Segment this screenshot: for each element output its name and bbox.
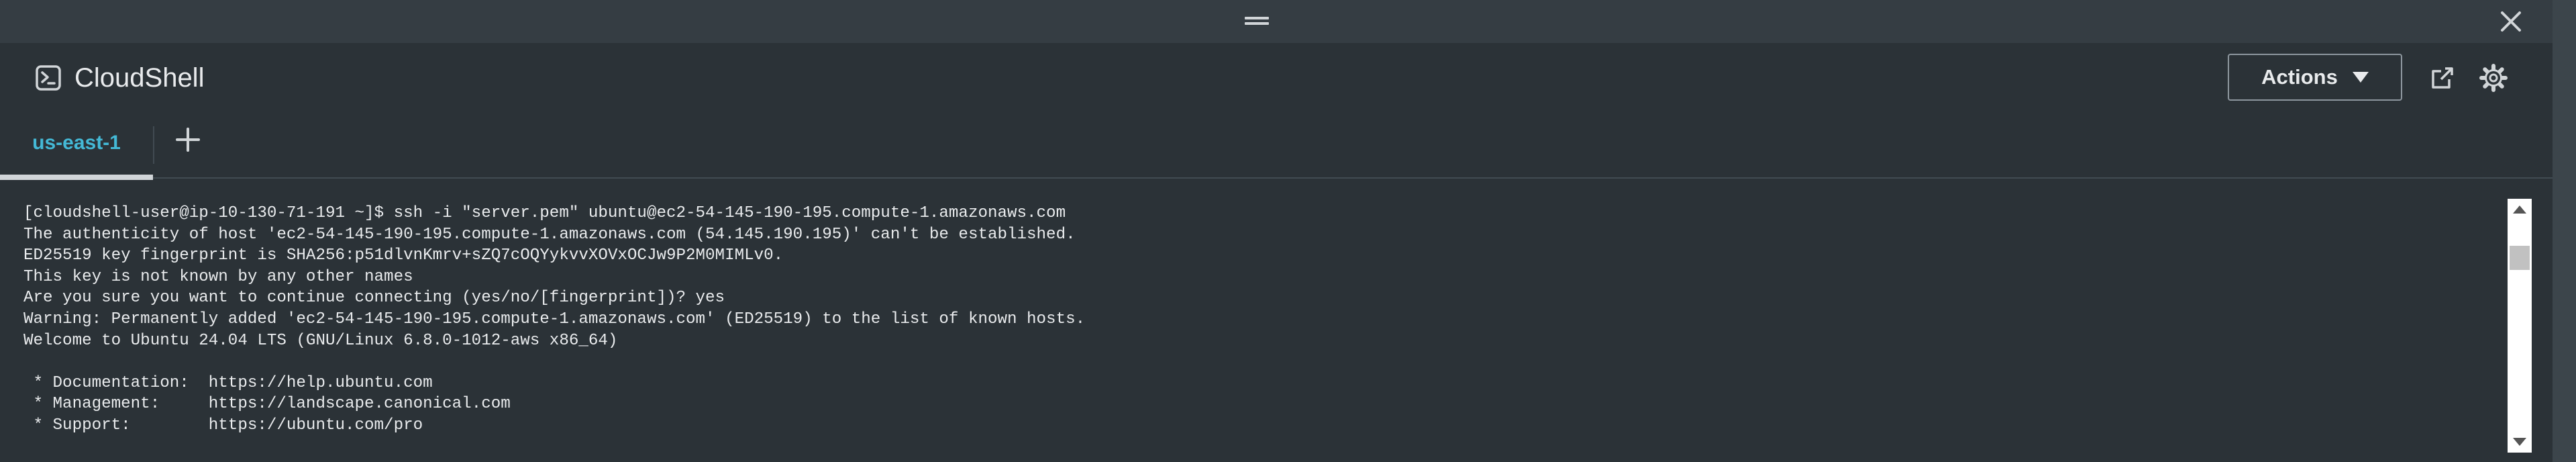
gear-icon[interactable] [2479, 63, 2508, 93]
terminal-line: ED25519 key fingerprint is SHA256:p51dlv… [23, 246, 784, 265]
plus-icon [176, 128, 200, 152]
terminal-line: Welcome to Ubuntu 24.04 LTS (GNU/Linux 6… [23, 331, 618, 350]
scroll-down-arrow-icon[interactable] [2513, 438, 2526, 446]
close-icon [2501, 11, 2521, 32]
cloudshell-panel: CloudShell Actions us-east-1 [cloudshell… [0, 0, 2553, 462]
tab-bar: us-east-1 [0, 111, 2553, 180]
caret-down-icon [2352, 72, 2369, 83]
actions-label: Actions [2261, 65, 2338, 89]
terminal-line: * Documentation: https://help.ubuntu.com [23, 373, 433, 392]
terminal-line: Warning: Permanently added 'ec2-54-145-1… [23, 310, 1086, 328]
header: CloudShell Actions [0, 43, 2553, 111]
terminal-line: [cloudshell-user@ip-10-130-71-191 ~]$ ss… [23, 204, 1066, 222]
terminal-line: * Support: https://ubuntu.com/pro [23, 416, 423, 434]
scrollbar-thumb[interactable] [2510, 246, 2530, 270]
tab-us-east-1[interactable]: us-east-1 [0, 111, 153, 180]
window-edge [2553, 0, 2576, 462]
active-tab-indicator [0, 175, 153, 180]
terminal-line: This key is not known by any other names [23, 267, 413, 286]
add-tab-button[interactable] [173, 125, 203, 154]
drag-handle-icon[interactable] [1245, 15, 1269, 26]
terminal-line: Are you sure you want to continue connec… [23, 289, 725, 308]
external-link-icon[interactable] [2429, 64, 2456, 91]
terminal[interactable]: [cloudshell-user@ip-10-130-71-191 ~]$ ss… [0, 180, 2550, 462]
app-title: CloudShell [74, 63, 205, 93]
tab-divider [153, 126, 154, 164]
terminal-output[interactable]: [cloudshell-user@ip-10-130-71-191 ~]$ ss… [23, 203, 1085, 436]
scroll-up-arrow-icon[interactable] [2513, 205, 2526, 214]
resize-bar[interactable] [0, 0, 2553, 43]
terminal-line: The authenticity of host 'ec2-54-145-190… [23, 225, 1076, 244]
actions-button[interactable]: Actions [2228, 54, 2402, 101]
terminal-line: * Management: https://landscape.canonica… [23, 395, 511, 414]
terminal-scrollbar[interactable] [2508, 199, 2532, 453]
terminal-icon [35, 64, 62, 91]
tab-label: us-east-1 [32, 132, 121, 154]
close-button[interactable] [2497, 8, 2524, 35]
